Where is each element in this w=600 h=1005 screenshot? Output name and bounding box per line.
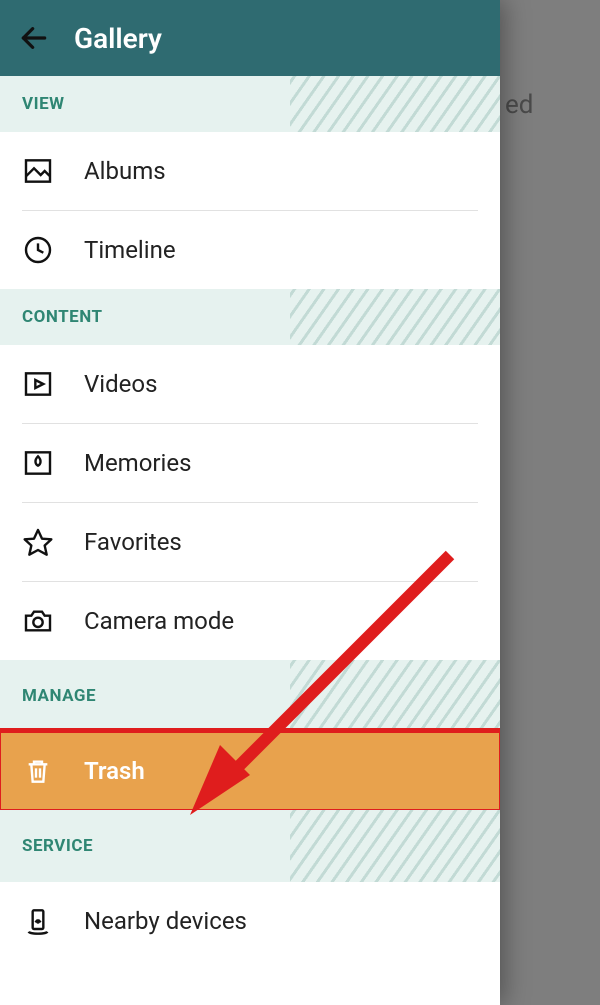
drawer-item-memories[interactable]: Memories bbox=[0, 424, 500, 502]
camera-icon bbox=[22, 605, 54, 637]
drawer-item-label: Timeline bbox=[84, 236, 176, 264]
nearby-device-icon bbox=[22, 905, 54, 937]
drawer-item-label: Favorites bbox=[84, 528, 182, 556]
drawer-item-label: Albums bbox=[84, 157, 166, 185]
play-square-icon bbox=[22, 368, 54, 400]
drawer-item-trash[interactable]: Trash bbox=[0, 732, 500, 810]
section-header-manage: MANAGE bbox=[0, 660, 500, 732]
section-header-service: SERVICE bbox=[0, 810, 500, 882]
star-icon bbox=[22, 526, 54, 558]
image-icon bbox=[22, 155, 54, 187]
flame-square-icon bbox=[22, 447, 54, 479]
drawer-item-camera-mode[interactable]: Camera mode bbox=[0, 582, 500, 660]
section-label: SERVICE bbox=[22, 836, 93, 856]
callout-frame bbox=[0, 728, 500, 814]
drawer-item-videos[interactable]: Videos bbox=[0, 345, 500, 423]
section-label: CONTENT bbox=[22, 307, 102, 327]
drawer-item-albums[interactable]: Albums bbox=[0, 132, 500, 210]
clock-icon bbox=[22, 234, 54, 266]
drawer-item-timeline[interactable]: Timeline bbox=[0, 211, 500, 289]
drawer-item-label: Nearby devices bbox=[84, 907, 247, 935]
background-peek-text: ed bbox=[505, 90, 533, 120]
section-header-view: VIEW bbox=[0, 76, 500, 132]
drawer-item-favorites[interactable]: Favorites bbox=[0, 503, 500, 581]
drawer-item-nearby-devices[interactable]: Nearby devices bbox=[0, 882, 500, 960]
section-header-content: CONTENT bbox=[0, 289, 500, 345]
drawer-header: Gallery bbox=[0, 0, 500, 76]
nav-drawer: Gallery VIEW Albums Timeline CONTENT Vid… bbox=[0, 0, 500, 1005]
section-label: VIEW bbox=[22, 94, 65, 114]
back-arrow-icon[interactable] bbox=[18, 22, 50, 54]
drawer-item-label: Memories bbox=[84, 449, 192, 477]
drawer-item-label: Videos bbox=[84, 370, 157, 398]
trash-icon bbox=[22, 755, 54, 787]
drawer-item-label: Trash bbox=[84, 757, 145, 785]
drawer-item-label: Camera mode bbox=[84, 607, 234, 635]
drawer-title: Gallery bbox=[74, 22, 162, 55]
section-label: MANAGE bbox=[22, 686, 96, 706]
